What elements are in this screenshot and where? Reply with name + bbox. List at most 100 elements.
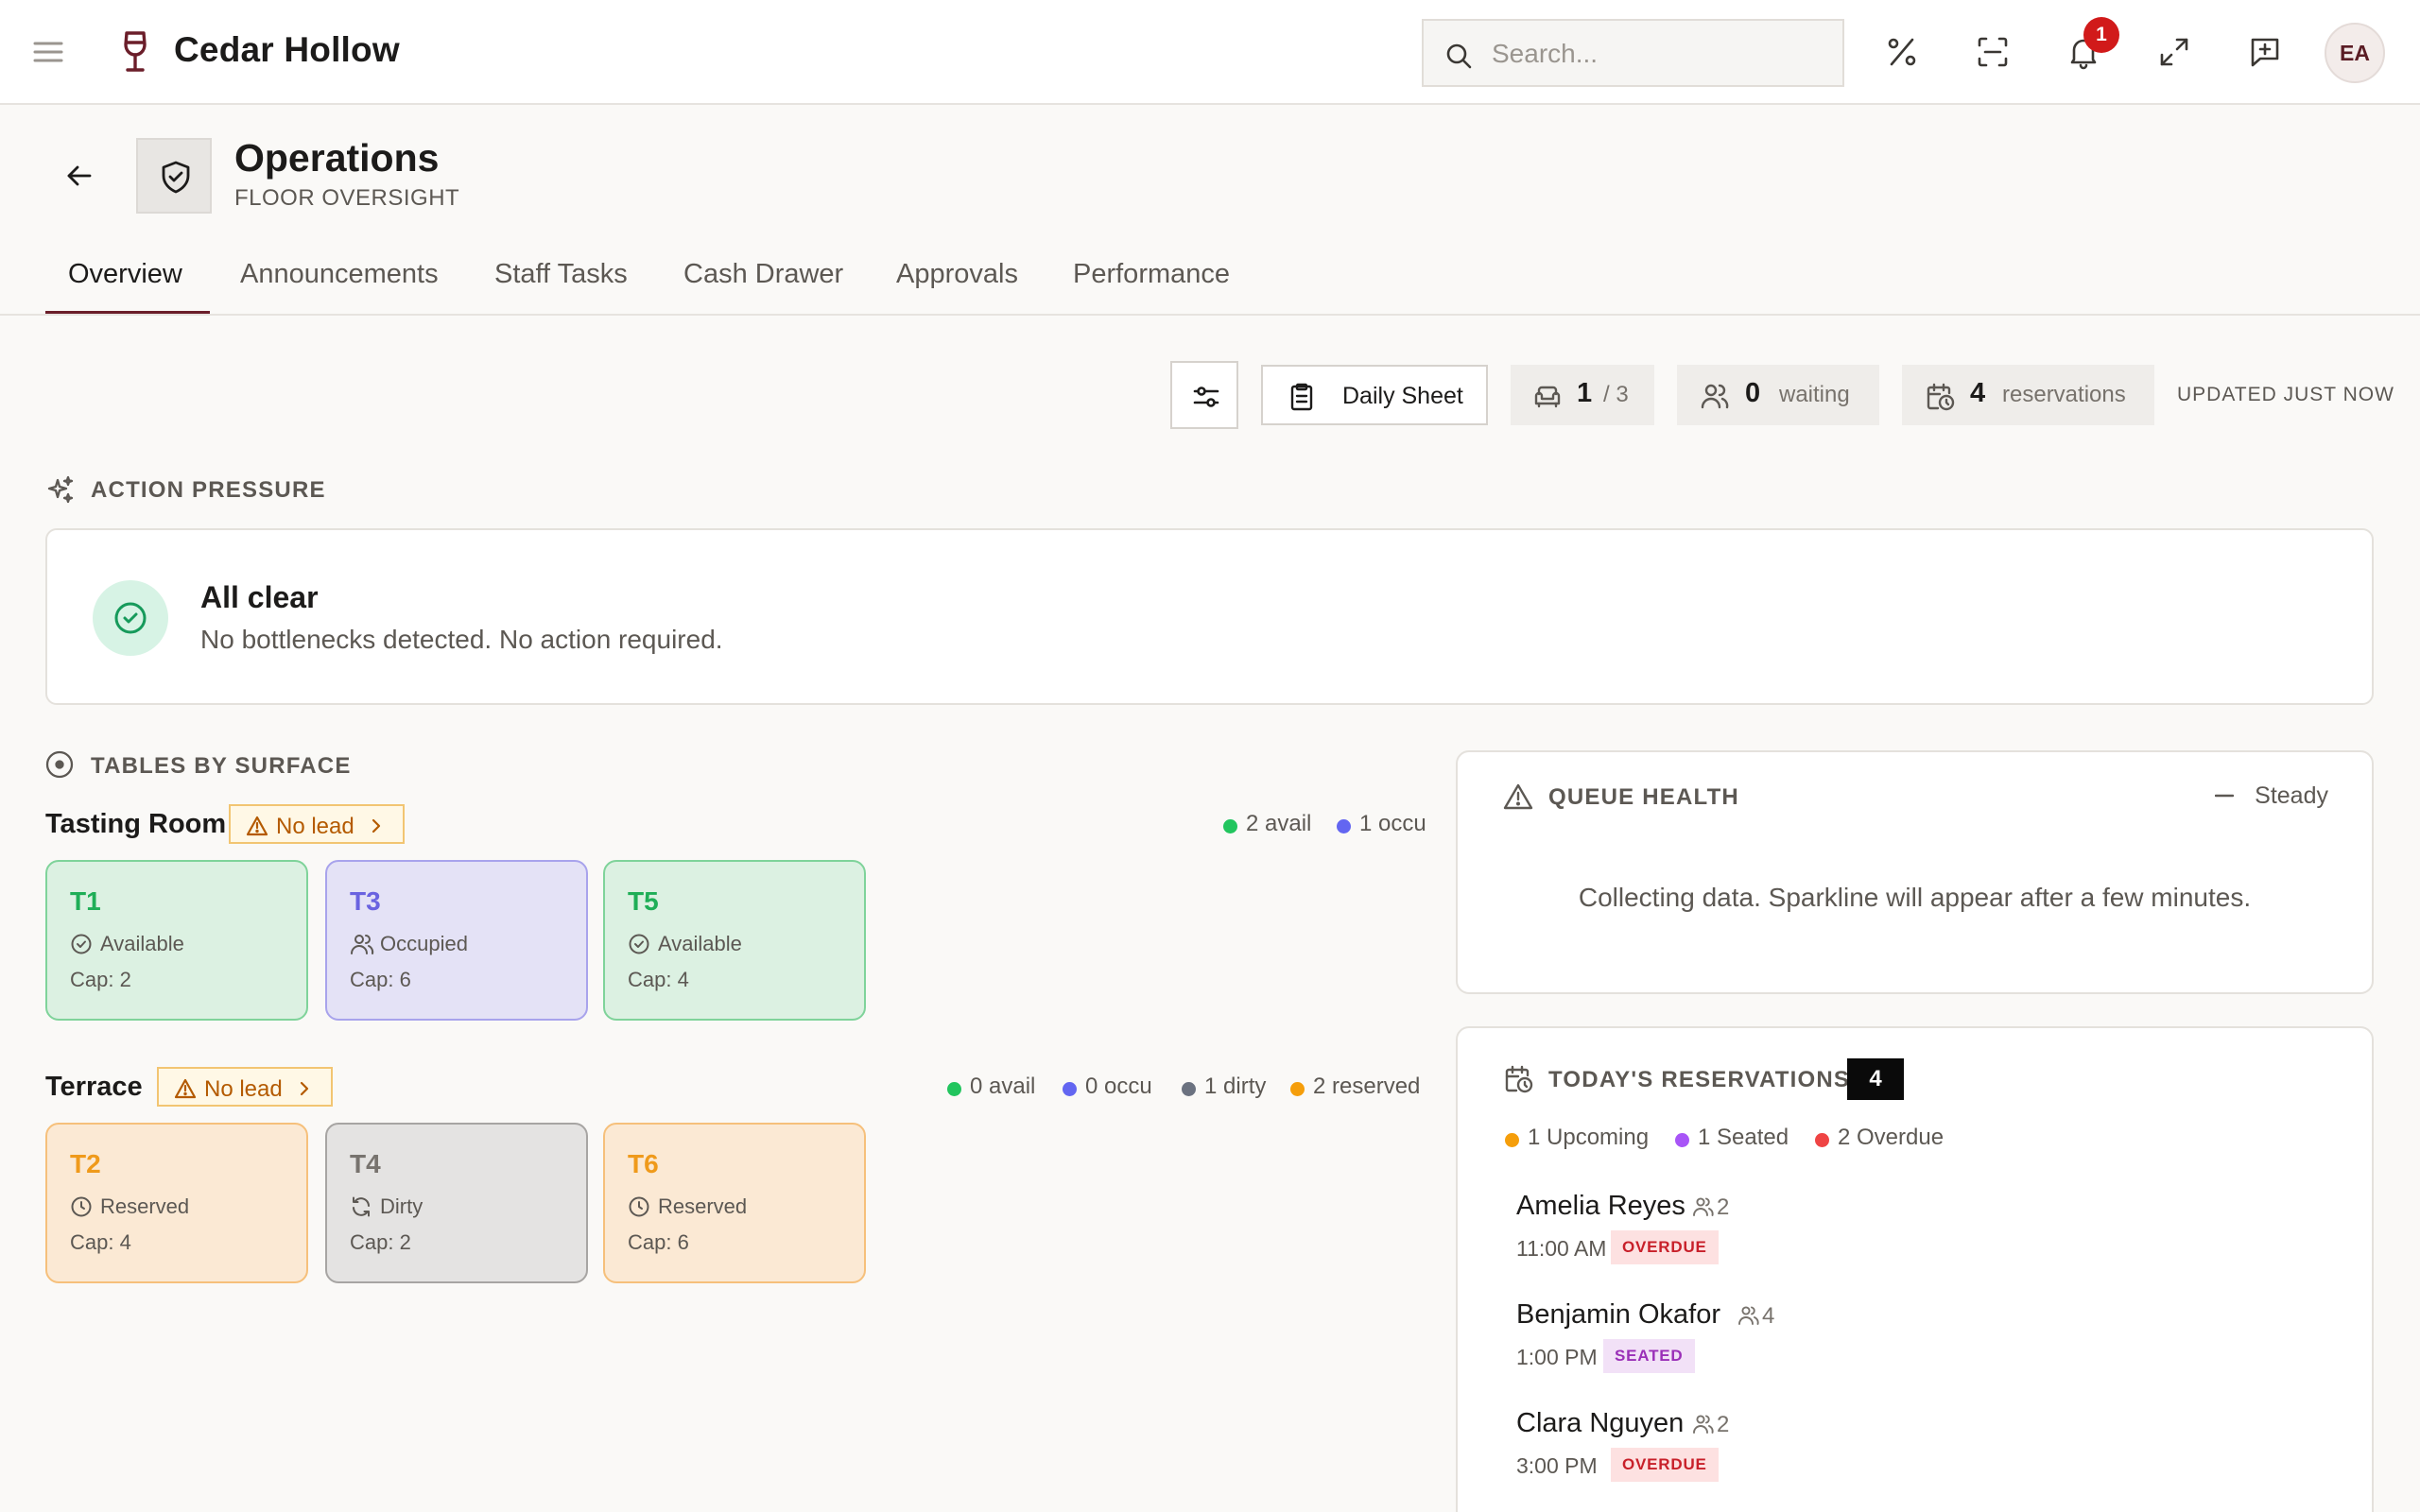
status-badge: OVERDUE	[1611, 1230, 1719, 1264]
no-lead-label: No lead	[204, 1076, 283, 1102]
check-circle-icon	[114, 602, 147, 634]
percent-discount-icon[interactable]	[1884, 34, 1920, 70]
tabs-divider	[0, 314, 2420, 316]
page-subtitle: FLOOR OVERSIGHT	[234, 185, 460, 211]
waiting-stat: 0 waiting	[1677, 365, 1879, 425]
reservation-time: 3:00 PM	[1516, 1453, 1598, 1478]
search-input[interactable]	[1492, 34, 1832, 74]
tab-approvals[interactable]: Approvals	[896, 253, 1018, 314]
check-circle-icon	[71, 934, 92, 954]
table-id: T5	[628, 886, 659, 916]
calendar-clock-icon	[1927, 383, 1955, 411]
table-status: Reserved	[658, 1194, 748, 1218]
reservations-stat: 4 reservations	[1902, 365, 2154, 425]
clock-icon	[629, 1196, 649, 1217]
todays-reservations-panel: TODAY'S RESERVATIONS 4 1 Upcoming 1 Seat…	[1456, 1026, 2374, 1512]
table-id: T1	[70, 886, 101, 916]
clipboard-icon	[1290, 383, 1313, 411]
top-bar: Cedar Hollow 1 EA	[0, 0, 2420, 105]
table-card-t2[interactable]: T2 Reserved Cap: 4	[45, 1123, 308, 1283]
reservations-count-badge: 4	[1847, 1058, 1904, 1100]
table-status: Dirty	[380, 1194, 424, 1218]
sliders-icon	[1193, 387, 1219, 407]
notification-count-badge: 1	[2083, 17, 2119, 53]
active-tab-indicator	[45, 311, 210, 314]
back-arrow-icon[interactable]	[64, 161, 95, 191]
page-title: Operations	[234, 136, 440, 180]
surface-name: Terrace	[45, 1072, 143, 1102]
daily-sheet-button[interactable]: Daily Sheet	[1261, 365, 1488, 425]
table-id: T3	[350, 886, 381, 916]
search-box[interactable]	[1422, 19, 1844, 87]
table-card-t5[interactable]: T5 Available Cap: 4	[603, 860, 866, 1021]
no-lead-button[interactable]: No lead	[229, 804, 405, 844]
tables-by-surface-title: TABLES BY SURFACE	[91, 753, 352, 779]
guest-name: Benjamin Okafor	[1516, 1299, 1720, 1330]
last-updated-label: UPDATED JUST NOW	[2177, 384, 2394, 405]
user-avatar[interactable]: EA	[2325, 23, 2385, 83]
expand-fullscreen-icon[interactable]	[2156, 34, 2192, 70]
users-icon	[1693, 1415, 1714, 1434]
table-capacity: Cap: 4	[70, 1230, 131, 1254]
filter-settings-button[interactable]	[1170, 361, 1238, 429]
target-icon	[45, 750, 74, 779]
status-badge: OVERDUE	[1611, 1448, 1719, 1482]
page-icon-box	[136, 138, 212, 214]
alert-triangle-icon	[1503, 783, 1533, 810]
sparkles-icon	[47, 475, 74, 504]
reservation-time: 1:00 PM	[1516, 1345, 1598, 1369]
chevron-right-icon	[372, 818, 381, 833]
action-pressure-title: ACTION PRESSURE	[91, 477, 326, 503]
guest-name: Clara Nguyen	[1516, 1408, 1685, 1438]
table-card-t3[interactable]: T3 Occupied Cap: 6	[325, 860, 588, 1021]
table-card-t6[interactable]: T6 Reserved Cap: 6	[603, 1123, 866, 1283]
status-badge: SEATED	[1603, 1339, 1695, 1373]
table-card-t4[interactable]: T4 Dirty Cap: 2	[325, 1123, 588, 1283]
reservations-title: TODAY'S RESERVATIONS	[1548, 1067, 1851, 1092]
table-capacity: Cap: 2	[70, 968, 131, 991]
table-capacity: Cap: 2	[350, 1230, 411, 1254]
calendar-clock-icon	[1505, 1065, 1533, 1093]
tab-announcements[interactable]: Announcements	[240, 253, 439, 314]
action-pressure-card: All clear No bottlenecks detected. No ac…	[45, 528, 2374, 705]
hamburger-menu-icon[interactable]	[32, 36, 64, 68]
shield-check-icon	[162, 161, 190, 194]
no-lead-button[interactable]: No lead	[157, 1067, 333, 1107]
table-status: Available	[658, 932, 742, 955]
table-id: T4	[350, 1149, 381, 1178]
status-circle	[93, 580, 168, 656]
queue-health-title: QUEUE HEALTH	[1548, 784, 1739, 810]
refresh-icon	[353, 1196, 370, 1217]
scan-icon[interactable]	[1975, 34, 2011, 70]
seated-total: / 3	[1603, 382, 1629, 407]
tab-overview[interactable]: Overview	[68, 253, 182, 314]
queue-health-panel: QUEUE HEALTH Steady Collecting data. Spa…	[1456, 750, 2374, 994]
reservations-count: 4	[1970, 378, 1986, 408]
tab-performance[interactable]: Performance	[1073, 253, 1230, 314]
waiting-label: waiting	[1779, 382, 1850, 407]
seated-count: 1	[1577, 378, 1593, 408]
surface-name: Tasting Room	[45, 809, 227, 839]
users-icon	[1701, 384, 1729, 409]
wine-glass-logo-icon	[119, 30, 151, 74]
table-status: Reserved	[100, 1194, 190, 1218]
tab-staff-tasks[interactable]: Staff Tasks	[494, 253, 628, 314]
table-capacity: Cap: 4	[628, 968, 689, 991]
users-icon	[1738, 1306, 1759, 1325]
warning-icon	[174, 1078, 197, 1099]
users-icon	[351, 935, 374, 954]
armchair-icon	[1534, 386, 1561, 408]
status-title: All clear	[200, 580, 319, 614]
table-capacity: Cap: 6	[350, 968, 411, 991]
tab-cash-drawer[interactable]: Cash Drawer	[683, 253, 843, 314]
chevron-right-icon	[300, 1081, 309, 1096]
brand-name: Cedar Hollow	[174, 30, 400, 69]
table-id: T6	[628, 1149, 659, 1178]
table-card-t1[interactable]: T1 Available Cap: 2	[45, 860, 308, 1021]
no-lead-label: No lead	[276, 814, 354, 839]
table-capacity: Cap: 6	[628, 1230, 689, 1254]
clock-icon	[71, 1196, 92, 1217]
feedback-message-icon[interactable]	[2247, 34, 2283, 70]
table-status: Available	[100, 932, 184, 955]
guest-name: Amelia Reyes	[1516, 1191, 1685, 1221]
